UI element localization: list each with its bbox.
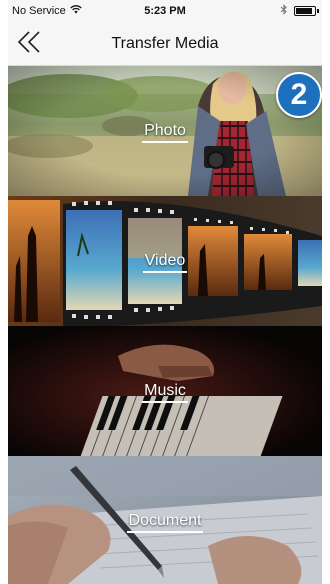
video-label: Video bbox=[8, 252, 322, 273]
video-category-tile[interactable]: Video bbox=[8, 196, 322, 326]
navigation-bar: Transfer Media bbox=[8, 22, 322, 66]
page-title: Transfer Media bbox=[111, 34, 219, 52]
music-category-tile[interactable]: Music bbox=[8, 326, 322, 456]
music-label: Music bbox=[8, 382, 322, 403]
photo-category-tile[interactable]: Photo bbox=[8, 66, 322, 196]
double-chevron-left-icon bbox=[17, 30, 45, 59]
battery-icon bbox=[294, 6, 319, 16]
bluetooth-icon bbox=[280, 4, 288, 18]
photo-label: Photo bbox=[8, 122, 322, 143]
carrier-text: No Service bbox=[12, 5, 66, 17]
back-button[interactable] bbox=[14, 28, 48, 60]
status-left: No Service bbox=[12, 5, 82, 17]
screen-border-left bbox=[0, 0, 8, 584]
phone-screen: No Service 5:23 PM Transfer Media Photo … bbox=[0, 0, 330, 584]
wifi-icon bbox=[70, 5, 82, 17]
status-bar: No Service 5:23 PM bbox=[8, 0, 322, 22]
document-category-tile[interactable]: Document bbox=[8, 456, 322, 584]
status-time: 5:23 PM bbox=[144, 5, 186, 17]
document-label: Document bbox=[8, 512, 322, 533]
status-right bbox=[280, 4, 319, 18]
step-number-badge: 2 bbox=[276, 72, 322, 118]
screen-border-right bbox=[322, 0, 330, 584]
